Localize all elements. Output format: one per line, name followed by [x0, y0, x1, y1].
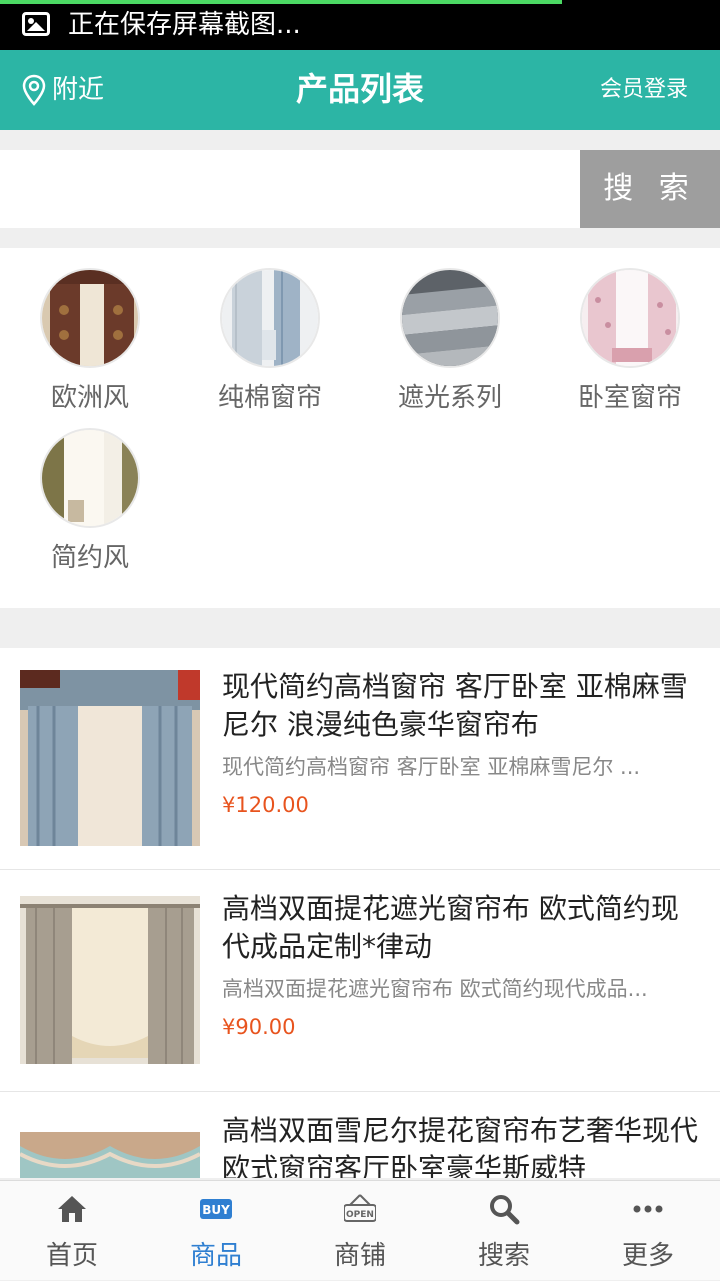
category-label: 纯棉窗帘 — [217, 383, 322, 413]
category-cotton[interactable]: 纯棉窗帘 — [180, 268, 360, 416]
member-login-link[interactable]: 会员登录 — [600, 74, 688, 106]
tab-products[interactable]: BUY 商品 — [144, 1181, 288, 1281]
category-thumbnail — [580, 268, 680, 368]
product-price: ¥120.00 — [222, 793, 309, 817]
tab-label: 商品 — [189, 1241, 242, 1271]
product-title: 高档双面提花遮光窗帘布 欧式简约现代成品定制*律动 — [222, 892, 679, 963]
category-thumbnail — [220, 268, 320, 368]
category-label: 简约风 — [50, 543, 129, 573]
category-blackout[interactable]: 遮光系列 — [360, 268, 540, 416]
category-thumbnail — [400, 268, 500, 368]
home-icon — [58, 1196, 86, 1222]
category-european[interactable]: 欧洲风 — [0, 268, 180, 416]
search-button[interactable]: 搜 索 — [580, 150, 720, 228]
tab-shops[interactable]: OPEN 商铺 — [288, 1181, 432, 1281]
category-label: 遮光系列 — [397, 383, 502, 413]
product-description: 现代简约高档窗帘 客厅卧室 亚棉麻雪尼尔 ... — [222, 755, 641, 779]
tab-label: 更多 — [621, 1241, 674, 1271]
product-description: 高档双面提花遮光窗帘布 欧式简约现代成品... — [222, 977, 648, 1001]
product-list: 现代简约高档窗帘 客厅卧室 亚棉麻雪尼尔 浪漫纯色豪华窗帘布 现代简约高档窗帘 … — [0, 648, 720, 1178]
svg-text:BUY: BUY — [202, 1203, 230, 1217]
tab-search[interactable]: 搜索 — [432, 1181, 576, 1281]
category-thumbnail — [40, 268, 140, 368]
more-icon — [633, 1205, 663, 1213]
category-label: 卧室窗帘 — [577, 383, 682, 413]
app-header: 附近 产品列表 会员登录 — [0, 50, 720, 130]
product-image — [20, 896, 200, 1064]
status-progress — [0, 0, 562, 4]
product-image — [20, 670, 200, 846]
search-bar: 搜 索 — [0, 150, 720, 228]
search-icon — [490, 1195, 520, 1225]
category-simple[interactable]: 简约风 — [0, 428, 180, 576]
svg-text:OPEN: OPEN — [346, 1210, 374, 1220]
product-title: 现代简约高档窗帘 客厅卧室 亚棉麻雪尼尔 浪漫纯色豪华窗帘布 — [222, 670, 688, 741]
category-grid: 欧洲风 纯棉窗帘 遮光系列 卧室窗帘 简约风 — [0, 248, 720, 608]
product-item[interactable]: 现代简约高档窗帘 客厅卧室 亚棉麻雪尼尔 浪漫纯色豪华窗帘布 现代简约高档窗帘 … — [0, 648, 720, 870]
category-label: 欧洲风 — [50, 383, 129, 413]
tab-label: 商铺 — [333, 1241, 386, 1271]
category-bedroom[interactable]: 卧室窗帘 — [540, 268, 720, 416]
open-shop-icon: OPEN — [344, 1194, 376, 1222]
product-title: 高档双面雪尼尔提花窗帘布艺奢华现代欧式窗帘客厅卧室豪华斯威特 — [222, 1114, 699, 1178]
status-text: 正在保存屏幕截图... — [68, 10, 301, 40]
tab-label: 首页 — [45, 1241, 98, 1271]
tab-label: 搜索 — [477, 1241, 530, 1271]
image-icon — [22, 12, 50, 36]
search-input[interactable] — [0, 150, 580, 228]
status-bar: 正在保存屏幕截图... — [0, 0, 720, 50]
product-item[interactable]: 高档双面雪尼尔提花窗帘布艺奢华现代欧式窗帘客厅卧室豪华斯威特 — [0, 1092, 720, 1178]
product-item[interactable]: 高档双面提花遮光窗帘布 欧式简约现代成品定制*律动 高档双面提花遮光窗帘布 欧式… — [0, 870, 720, 1092]
bottom-tab-bar: 首页 BUY 商品 OPEN 商铺 搜索 更多 — [0, 1180, 720, 1280]
tab-home[interactable]: 首页 — [0, 1181, 144, 1281]
category-thumbnail — [40, 428, 140, 528]
buy-icon: BUY — [200, 1199, 232, 1219]
tab-more[interactable]: 更多 — [576, 1181, 720, 1281]
product-image — [20, 1132, 200, 1178]
product-price: ¥90.00 — [222, 1015, 296, 1039]
